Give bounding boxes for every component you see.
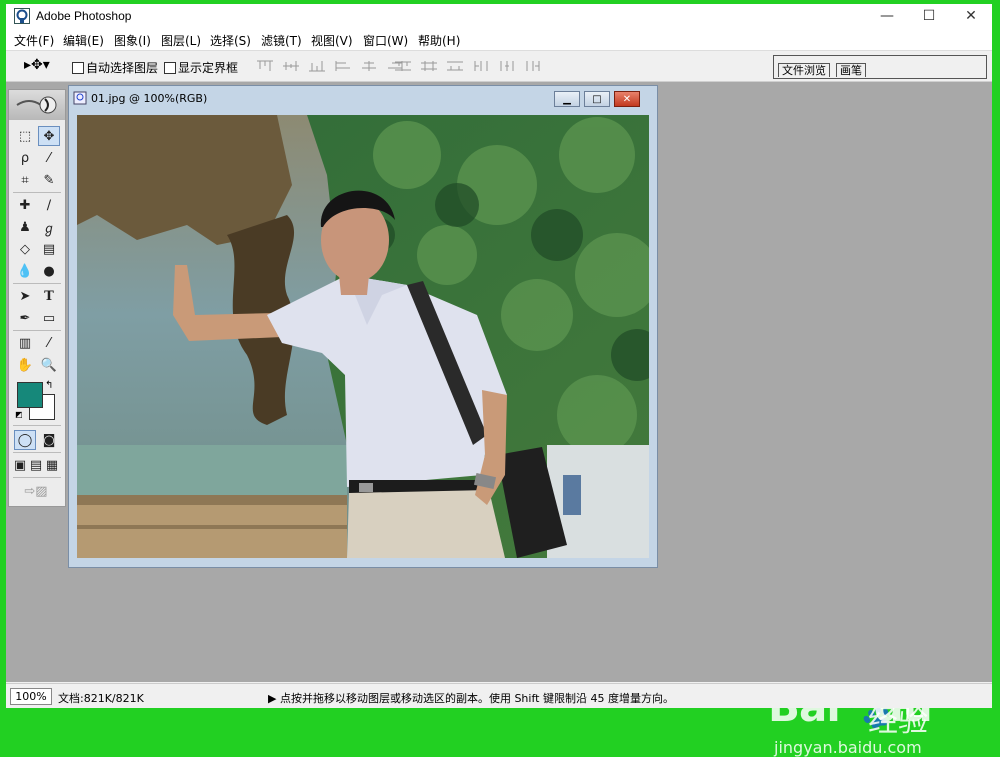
distribute-left-icon[interactable] bbox=[472, 60, 490, 72]
auto-select-layer-label: 自动选择图层 bbox=[86, 61, 159, 75]
baidu-watermark-url: jingyan.baidu.com bbox=[774, 738, 922, 757]
minimize-button[interactable]: — bbox=[866, 4, 908, 28]
toolbox-divider bbox=[13, 192, 61, 193]
photoshop-eye-logo-icon[interactable] bbox=[15, 95, 61, 115]
document-minimize-button[interactable]: ▁ bbox=[554, 91, 580, 107]
eyedropper-icon[interactable]: ⁄ bbox=[38, 333, 60, 353]
align-vcenter-icon[interactable] bbox=[282, 60, 300, 72]
distribute-hcenter-icon[interactable] bbox=[498, 60, 516, 72]
toolbox-divider bbox=[13, 477, 61, 478]
toolbox-divider bbox=[13, 330, 61, 331]
quick-mask-icon[interactable]: ◙ bbox=[38, 430, 60, 450]
toolbox-divider bbox=[13, 283, 61, 284]
status-bar: 100% 文档:821K/821K ▶ 点按并拖移以移动图层或移动选区的副本。使… bbox=[6, 683, 992, 708]
auto-select-layer-checkbox[interactable]: 自动选择图层 bbox=[72, 59, 158, 76]
tab-brushes[interactable]: 画笔 bbox=[836, 63, 866, 77]
align-top-icon[interactable] bbox=[256, 60, 274, 72]
shape-icon[interactable]: ▭ bbox=[38, 308, 60, 328]
checkbox-box[interactable] bbox=[164, 61, 176, 74]
show-bounding-box-label: 显示定界框 bbox=[178, 61, 239, 75]
blur-icon[interactable]: 💧 bbox=[14, 261, 36, 281]
photo-image bbox=[77, 115, 649, 558]
toolbox-divider bbox=[13, 425, 61, 426]
menu-file[interactable]: 文件(F) bbox=[14, 32, 54, 49]
align-buttons bbox=[256, 59, 404, 73]
distribute-buttons bbox=[394, 59, 542, 73]
default-colors-icon[interactable]: ◩ bbox=[15, 410, 23, 419]
distribute-right-icon[interactable] bbox=[524, 60, 542, 72]
magic-wand-icon[interactable]: ⁄ bbox=[38, 148, 60, 168]
zoom-field[interactable]: 100% bbox=[10, 688, 52, 705]
healing-brush-icon[interactable]: ✚ bbox=[14, 195, 36, 215]
status-hint: ▶ 点按并拖移以移动图层或移动选区的副本。使用 Shift 键限制沿 45 度增… bbox=[268, 692, 674, 705]
document-title: 01.jpg @ 100%(RGB) bbox=[91, 92, 208, 105]
app-title: Adobe Photoshop bbox=[36, 9, 132, 23]
move-icon[interactable]: ✥ bbox=[38, 126, 60, 146]
pen-icon[interactable]: ✒ bbox=[14, 308, 36, 328]
menu-bar: 文件(F) 编辑(E) 图象(I) 图层(L) 选择(S) 滤镜(T) 视图(V… bbox=[6, 28, 992, 51]
foreground-color-swatch[interactable] bbox=[17, 382, 43, 408]
clone-stamp-icon[interactable]: ♟ bbox=[14, 217, 36, 237]
palette-well: 文件浏览 画笔 bbox=[773, 55, 987, 79]
close-button[interactable]: ✕ bbox=[950, 4, 992, 28]
screen-mode-full-icon[interactable]: ▦ bbox=[44, 455, 60, 475]
document-maximize-button[interactable]: □ bbox=[584, 91, 610, 107]
type-icon[interactable]: T bbox=[38, 286, 60, 306]
options-bar: ▸✥▾ 自动选择图层 显示定界框 文件浏览 画笔 bbox=[6, 51, 992, 82]
gradient-icon[interactable]: ▤ bbox=[38, 239, 60, 259]
photoshop-window: Adobe Photoshop — ☐ ✕ 文件(F) 编辑(E) 图象(I) … bbox=[6, 4, 992, 757]
lasso-icon[interactable]: ρ bbox=[14, 148, 36, 168]
align-hcenter-icon[interactable] bbox=[360, 60, 378, 72]
screen-mode-standard-icon[interactable]: ▣ bbox=[12, 455, 28, 475]
slice-icon[interactable]: ✎ bbox=[38, 170, 60, 190]
checkbox-box[interactable] bbox=[72, 61, 84, 74]
zoom-icon[interactable]: 🔍 bbox=[38, 355, 60, 375]
menu-filter[interactable]: 滤镜(T) bbox=[261, 32, 302, 49]
swap-colors-icon[interactable]: ↰ bbox=[45, 380, 53, 391]
move-tool-preset-icon[interactable]: ▸✥▾ bbox=[24, 57, 50, 73]
jump-to-imageready-icon[interactable]: ⇨▨ bbox=[14, 481, 58, 501]
menu-help[interactable]: 帮助(H) bbox=[418, 32, 460, 49]
menu-edit[interactable]: 编辑(E) bbox=[63, 32, 104, 49]
tab-file-browser[interactable]: 文件浏览 bbox=[778, 63, 830, 77]
menu-image[interactable]: 图象(I) bbox=[114, 32, 151, 49]
show-bounding-box-checkbox[interactable]: 显示定界框 bbox=[164, 59, 238, 76]
eraser-icon[interactable]: ◇ bbox=[14, 239, 36, 259]
menu-window[interactable]: 窗口(W) bbox=[363, 32, 408, 49]
photoshop-app-icon bbox=[14, 8, 30, 24]
distribute-top-icon[interactable] bbox=[394, 60, 412, 72]
menu-layer[interactable]: 图层(L) bbox=[161, 32, 201, 49]
maximize-button[interactable]: ☐ bbox=[908, 4, 950, 28]
toolbox: ⬚ ✥ ρ ⁄ ⌗ ✎ ✚ ∕ ♟ ℊ ◇ ▤ 💧 ● ➤ T ✒ ▭ ▥ ⁄ … bbox=[8, 89, 66, 507]
brush-icon[interactable]: ∕ bbox=[38, 195, 60, 215]
notes-icon[interactable]: ▥ bbox=[14, 333, 36, 353]
title-bar: Adobe Photoshop — ☐ ✕ bbox=[6, 4, 992, 28]
menu-view[interactable]: 视图(V) bbox=[311, 32, 353, 49]
hand-icon[interactable]: ✋ bbox=[14, 355, 36, 375]
distribute-vcenter-icon[interactable] bbox=[420, 60, 438, 72]
photo-canvas[interactable] bbox=[77, 115, 649, 558]
workspace: ⬚ ✥ ρ ⁄ ⌗ ✎ ✚ ∕ ♟ ℊ ◇ ▤ 💧 ● ➤ T ✒ ▭ ▥ ⁄ … bbox=[6, 82, 992, 757]
dodge-icon[interactable]: ● bbox=[38, 261, 60, 281]
history-brush-icon[interactable]: ℊ bbox=[38, 217, 60, 237]
document-window: 01.jpg @ 100%(RGB) ▁ □ ✕ bbox=[68, 85, 658, 568]
align-left-icon[interactable] bbox=[334, 60, 352, 72]
document-size: 文档:821K/821K bbox=[58, 692, 144, 705]
crop-icon[interactable]: ⌗ bbox=[14, 170, 36, 190]
screen-mode-full-menu-icon[interactable]: ▤ bbox=[28, 455, 44, 475]
menu-select[interactable]: 选择(S) bbox=[210, 32, 251, 49]
marquee-icon[interactable]: ⬚ bbox=[14, 126, 36, 146]
standard-mode-icon[interactable]: ◯ bbox=[14, 430, 36, 450]
path-select-icon[interactable]: ➤ bbox=[14, 286, 36, 306]
distribute-bottom-icon[interactable] bbox=[446, 60, 464, 72]
document-icon bbox=[73, 91, 87, 105]
align-bottom-icon[interactable] bbox=[308, 60, 326, 72]
document-close-button[interactable]: ✕ bbox=[614, 91, 640, 107]
toolbox-header bbox=[9, 90, 65, 120]
toolbox-divider bbox=[13, 452, 61, 453]
